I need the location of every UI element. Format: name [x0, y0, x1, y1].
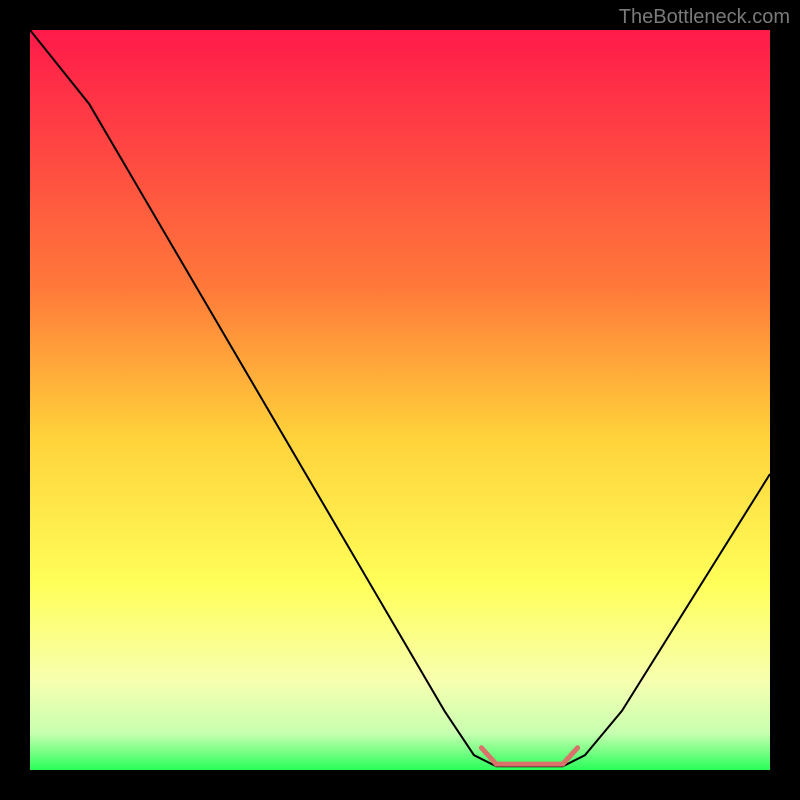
bottleneck-curve	[30, 30, 770, 766]
watermark-text: TheBottleneck.com	[619, 6, 790, 29]
chart-plot-area	[30, 30, 770, 770]
optimal-range-marker	[481, 748, 577, 764]
curve-overlay	[30, 30, 770, 770]
